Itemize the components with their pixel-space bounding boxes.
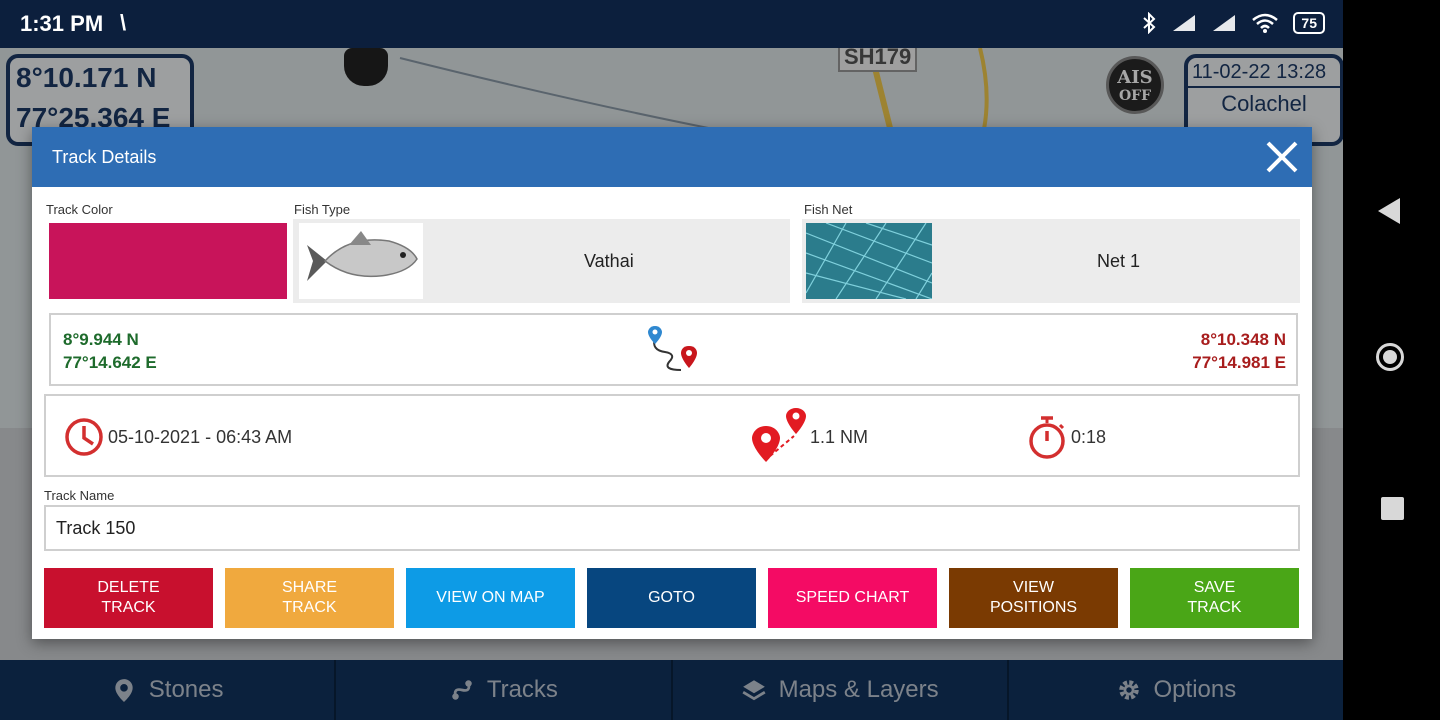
share-track-button[interactable]: SHARE TRACK bbox=[225, 568, 394, 628]
track-duration: 0:18 bbox=[1071, 427, 1107, 447]
track-name-label: Track Name bbox=[44, 488, 115, 503]
track-distance: 1.1 NM bbox=[810, 427, 869, 447]
save-track-button[interactable]: SAVE TRACK bbox=[1130, 568, 1299, 628]
back-nav-icon[interactable] bbox=[1378, 198, 1400, 224]
fish-net-icon bbox=[806, 223, 932, 299]
track-color-label: Track Color bbox=[46, 202, 113, 217]
fish-image bbox=[299, 223, 423, 299]
close-icon[interactable] bbox=[1264, 139, 1300, 175]
fish-net-label: Fish Net bbox=[804, 202, 853, 217]
status-bar: 1:31 PM \ 75 bbox=[0, 0, 1343, 48]
track-details-dialog: Track Details Track Color Fish Type Vath… bbox=[32, 127, 1312, 639]
track-stats-box: 05-10-2021 - 06:43 AM 1.1 NM 0:18 bbox=[44, 394, 1300, 477]
fish-net-selector[interactable]: Net 1 bbox=[802, 219, 1300, 303]
net-image bbox=[806, 223, 932, 299]
fish-icon bbox=[307, 231, 418, 281]
end-lat: 8°10.348 N bbox=[1200, 330, 1286, 349]
dialog-header: Track Details bbox=[32, 127, 1312, 187]
fish-type-selector[interactable]: Vathai bbox=[293, 219, 790, 303]
track-color-swatch[interactable] bbox=[49, 223, 287, 299]
cell-signal-icon bbox=[1173, 15, 1196, 31]
view-on-map-button[interactable]: VIEW ON MAP bbox=[406, 568, 575, 628]
speed-chart-button[interactable]: SPEED CHART bbox=[768, 568, 937, 628]
bluetooth-icon bbox=[1143, 12, 1156, 34]
track-coordinates-box: 8°9.944 N 77°14.642 E 8°10.348 N 77°14.9… bbox=[49, 313, 1298, 386]
start-lon: 77°14.642 E bbox=[63, 353, 157, 372]
track-start-datetime: 05-10-2021 - 06:43 AM bbox=[108, 427, 293, 447]
dialog-title: Track Details bbox=[52, 147, 157, 167]
distance-icon bbox=[752, 408, 806, 462]
track-name-input[interactable]: Track 150 bbox=[44, 505, 1300, 551]
fish-net-value: Net 1 bbox=[1097, 251, 1141, 271]
wifi-icon bbox=[1252, 13, 1279, 33]
status-time: 1:31 PM bbox=[20, 11, 104, 36]
start-lat: 8°9.944 N bbox=[63, 330, 139, 349]
cell-signal-2-icon bbox=[1213, 15, 1236, 31]
battery-indicator: 75 bbox=[1293, 12, 1325, 34]
start-end-route-icon bbox=[648, 326, 697, 371]
signal-slash-icon: \ bbox=[120, 10, 127, 35]
clock-icon bbox=[65, 418, 103, 456]
view-positions-button[interactable]: VIEW POSITIONS bbox=[949, 568, 1118, 628]
fish-type-label: Fish Type bbox=[294, 202, 351, 217]
delete-track-button[interactable]: DELETE TRACK bbox=[44, 568, 213, 628]
home-nav-icon[interactable] bbox=[1376, 343, 1404, 371]
stopwatch-icon bbox=[1029, 416, 1065, 459]
goto-button[interactable]: GOTO bbox=[587, 568, 756, 628]
end-lon: 77°14.981 E bbox=[1192, 353, 1286, 372]
recent-apps-nav-icon[interactable] bbox=[1381, 497, 1404, 520]
fish-type-value: Vathai bbox=[584, 251, 634, 271]
